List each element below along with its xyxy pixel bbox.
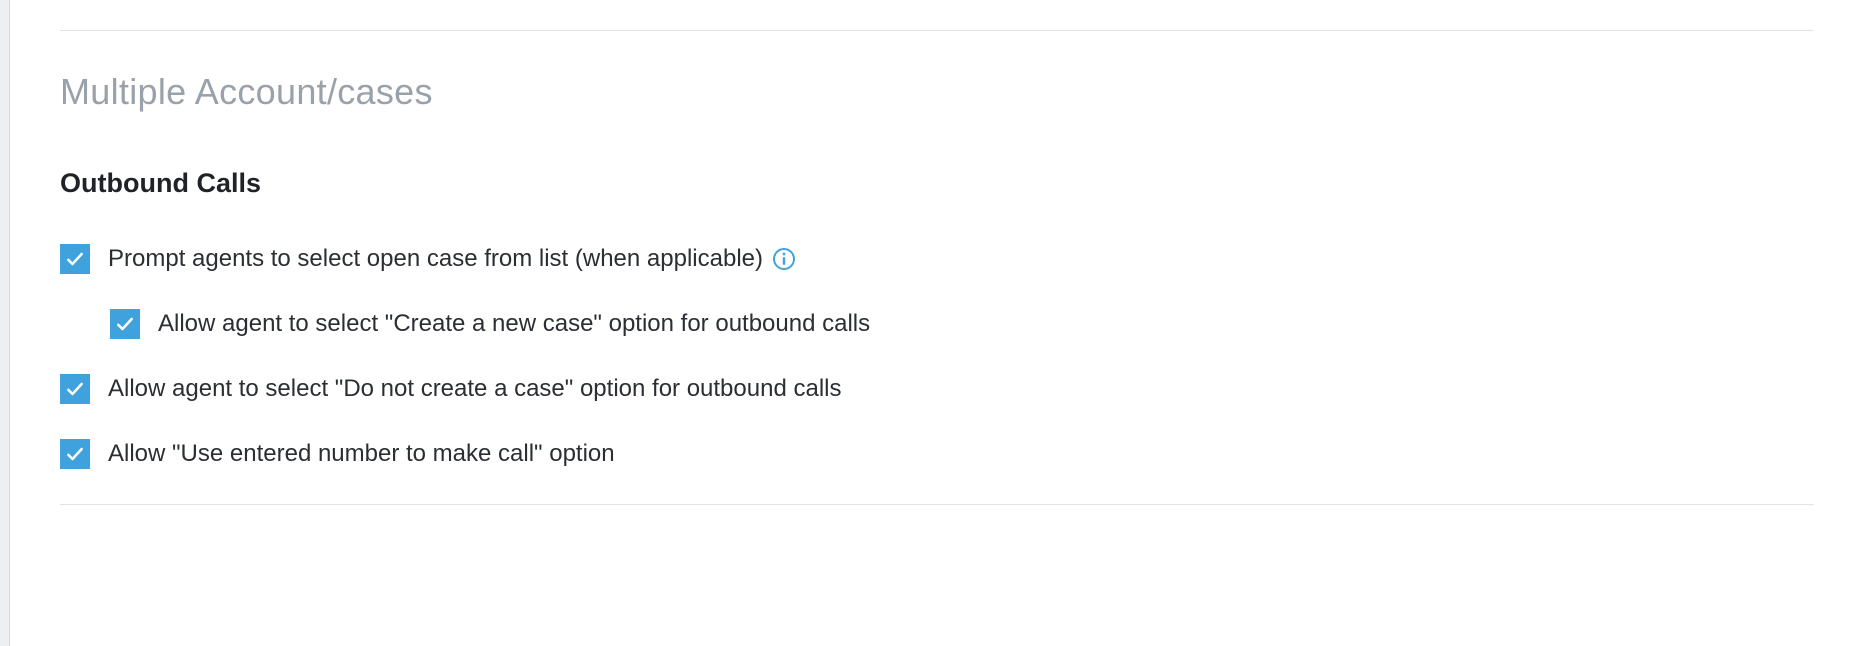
option-label: Prompt agents to select open case from l…: [108, 245, 763, 273]
option-label: Allow "Use entered number to make call" …: [108, 440, 615, 468]
divider-top: [60, 30, 1814, 31]
check-icon: [65, 444, 85, 464]
option-label: Allow agent to select "Create a new case…: [158, 310, 870, 338]
option-prompt-select-open-case: Prompt agents to select open case from l…: [60, 244, 1814, 274]
option-label: Allow agent to select "Do not create a c…: [108, 375, 841, 403]
check-icon: [65, 249, 85, 269]
checkbox-prompt-select-open-case[interactable]: [60, 244, 90, 274]
left-panel-edge: [0, 0, 10, 646]
checkbox-allow-use-entered-number[interactable]: [60, 439, 90, 469]
option-allow-use-entered-number: Allow "Use entered number to make call" …: [60, 439, 1814, 469]
info-glyph-icon: [781, 252, 787, 266]
options-list: Prompt agents to select open case from l…: [60, 244, 1814, 469]
checkbox-allow-create-new-case[interactable]: [110, 309, 140, 339]
check-icon: [65, 379, 85, 399]
check-icon: [115, 314, 135, 334]
section-title: Multiple Account/cases: [60, 71, 1814, 113]
settings-content: Multiple Account/cases Outbound Calls Pr…: [10, 0, 1864, 505]
checkbox-allow-do-not-create-case[interactable]: [60, 374, 90, 404]
option-allow-do-not-create-case: Allow agent to select "Do not create a c…: [60, 374, 1814, 404]
subsection-title: Outbound Calls: [60, 168, 1814, 199]
divider-bottom: [60, 504, 1814, 505]
info-icon[interactable]: [773, 248, 795, 270]
option-allow-create-new-case: Allow agent to select "Create a new case…: [60, 309, 1814, 339]
